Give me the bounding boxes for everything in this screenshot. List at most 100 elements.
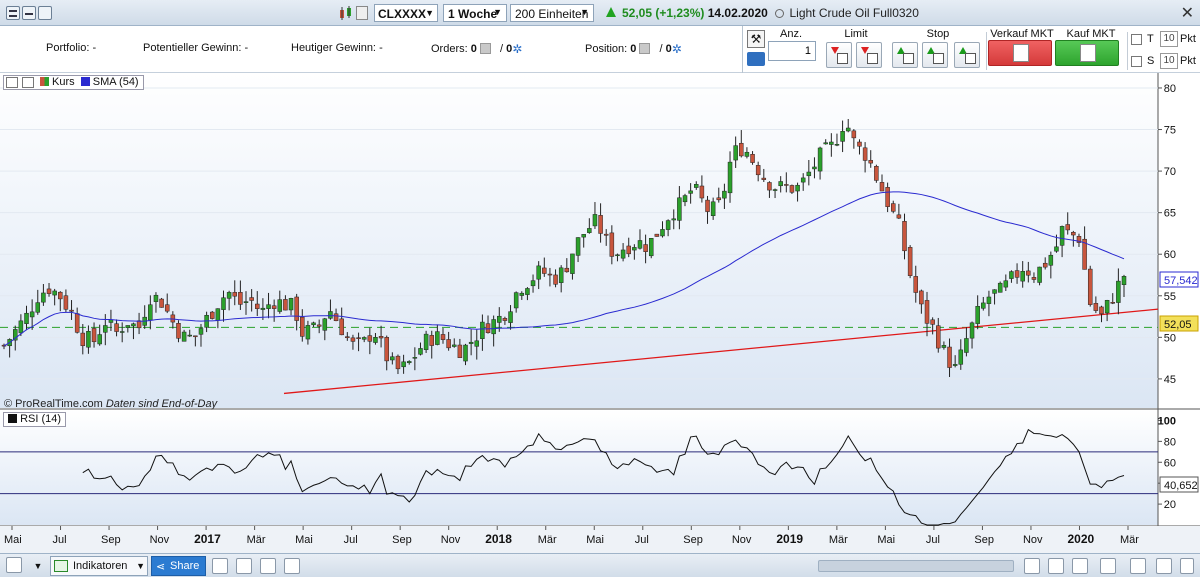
calculator-icon[interactable] bbox=[747, 52, 765, 66]
print-icon[interactable] bbox=[236, 558, 252, 574]
gear-icon[interactable]: ✲ bbox=[512, 42, 522, 56]
export-icon[interactable] bbox=[260, 558, 276, 574]
limit-sell-button[interactable] bbox=[826, 42, 852, 68]
kurs-swatch bbox=[40, 77, 49, 86]
chevron-down-icon[interactable]: ▼ bbox=[30, 558, 46, 574]
wrench-icon[interactable]: ⚒ bbox=[747, 30, 765, 48]
scroll-start-icon[interactable] bbox=[1156, 558, 1172, 574]
expand-icon[interactable] bbox=[22, 77, 34, 88]
candle-body bbox=[413, 357, 417, 358]
indicators-button[interactable]: Indikatoren ▼ bbox=[50, 556, 148, 576]
chart-area[interactable]: 455055606570758020406080100MaiJulSepNov2… bbox=[0, 73, 1200, 553]
candle-body bbox=[953, 364, 957, 365]
zoom-out-icon[interactable] bbox=[1024, 558, 1040, 574]
candle-body bbox=[53, 291, 57, 295]
candle-body bbox=[418, 348, 422, 354]
candle-body bbox=[587, 228, 591, 232]
candle-body bbox=[1049, 255, 1053, 265]
stop-buy-button[interactable] bbox=[922, 42, 948, 68]
close-icon[interactable]: ✕ bbox=[1181, 3, 1194, 23]
timeframe-select[interactable]: 1 Woche ▼ bbox=[443, 4, 507, 22]
candle-body bbox=[154, 295, 158, 301]
gear-icon[interactable]: ✲ bbox=[672, 42, 682, 56]
candle-body bbox=[47, 289, 51, 294]
zoom-reset-icon[interactable] bbox=[1072, 558, 1088, 574]
candle-body bbox=[728, 162, 732, 193]
candle-body bbox=[317, 325, 321, 326]
menu-icon[interactable] bbox=[6, 6, 20, 20]
link-icon[interactable] bbox=[284, 558, 300, 574]
camera-icon[interactable] bbox=[212, 558, 228, 574]
x-tick-label: 2020 bbox=[1067, 532, 1094, 546]
maximize-icon[interactable] bbox=[38, 6, 52, 20]
candle-body bbox=[812, 167, 816, 169]
fit-icon[interactable] bbox=[1100, 558, 1116, 574]
candle-body bbox=[486, 324, 490, 333]
price-tick-label: 45 bbox=[1164, 374, 1176, 386]
position-icon[interactable] bbox=[639, 43, 650, 54]
share-button[interactable]: ⋖ Share bbox=[151, 556, 206, 576]
candle-body bbox=[846, 128, 850, 131]
candle-body bbox=[480, 322, 484, 339]
t-checkbox[interactable] bbox=[1131, 34, 1142, 45]
units-select[interactable]: 200 Einheiten ▼ bbox=[510, 4, 594, 22]
collapse-icon[interactable] bbox=[6, 77, 18, 88]
candle-body bbox=[683, 196, 687, 202]
candlestick-icon[interactable] bbox=[338, 5, 354, 21]
units-value: 200 Einheiten bbox=[515, 7, 588, 21]
x-tick-label: Mär bbox=[1120, 534, 1139, 546]
limit-buy-button[interactable] bbox=[856, 42, 882, 68]
s-checkbox[interactable] bbox=[1131, 56, 1142, 67]
candle-body bbox=[677, 198, 681, 221]
stop-limit-button[interactable] bbox=[954, 42, 980, 68]
eye-icon[interactable] bbox=[308, 558, 324, 574]
price-change: 52,05 (+1,23%) bbox=[622, 6, 704, 20]
candle-body bbox=[852, 131, 856, 138]
price-tick-label: 80 bbox=[1164, 83, 1176, 95]
candle-body bbox=[576, 238, 580, 256]
t-pkt-label: Pkt bbox=[1180, 33, 1196, 45]
today-gain-label: Heutiger Gewinn: bbox=[291, 42, 376, 54]
orders-count: 0 bbox=[471, 43, 477, 55]
candle-body bbox=[734, 146, 738, 160]
candle-body bbox=[621, 250, 625, 258]
s-pkt-input[interactable]: 10 bbox=[1160, 53, 1178, 69]
candle-body bbox=[627, 246, 631, 254]
bottom-toolbar: ▼ Indikatoren ▼ ⋖ Share bbox=[0, 553, 1200, 577]
zoom-in-icon[interactable] bbox=[1048, 558, 1064, 574]
candle-body bbox=[469, 342, 473, 343]
ticker-select[interactable]: CLXXXX ▼ bbox=[374, 4, 438, 22]
orders-icon[interactable] bbox=[480, 43, 491, 54]
candle-body bbox=[221, 298, 225, 310]
scroll-end-icon[interactable] bbox=[1130, 558, 1146, 574]
candle-body bbox=[312, 323, 316, 325]
stop-sell-button[interactable] bbox=[892, 42, 918, 68]
candle-body bbox=[92, 328, 96, 341]
x-tick-label: Nov bbox=[441, 534, 461, 546]
candle-body bbox=[430, 335, 434, 345]
t-pkt-input[interactable]: 10 bbox=[1160, 31, 1178, 47]
candle-body bbox=[908, 247, 912, 275]
settings-icon[interactable] bbox=[356, 6, 368, 20]
candle-body bbox=[475, 341, 479, 347]
candle-body bbox=[751, 154, 755, 162]
candle-body bbox=[227, 292, 231, 298]
candle-body bbox=[537, 266, 541, 279]
radio-icon[interactable] bbox=[775, 9, 784, 18]
buy-market-button[interactable] bbox=[1055, 40, 1119, 66]
chart-scrollbar[interactable] bbox=[818, 560, 1014, 572]
candle-body bbox=[942, 345, 946, 347]
candle-body bbox=[632, 247, 636, 250]
price-chart[interactable]: 455055606570758020406080100MaiJulSepNov2… bbox=[0, 73, 1200, 553]
x-tick-label: Nov bbox=[732, 534, 752, 546]
candle-body bbox=[582, 234, 586, 237]
x-tick-label: Nov bbox=[1023, 534, 1043, 546]
sma-value-flag-label: 57,542 bbox=[1164, 275, 1198, 287]
minimize-icon[interactable] bbox=[22, 6, 36, 20]
more-icon[interactable] bbox=[1180, 558, 1194, 574]
pencil-icon[interactable] bbox=[6, 557, 22, 573]
quantity-input[interactable] bbox=[768, 41, 816, 61]
candle-body bbox=[824, 143, 828, 144]
sell-market-button[interactable] bbox=[988, 40, 1052, 66]
eod-note: Daten sind End-of-Day bbox=[106, 398, 217, 410]
